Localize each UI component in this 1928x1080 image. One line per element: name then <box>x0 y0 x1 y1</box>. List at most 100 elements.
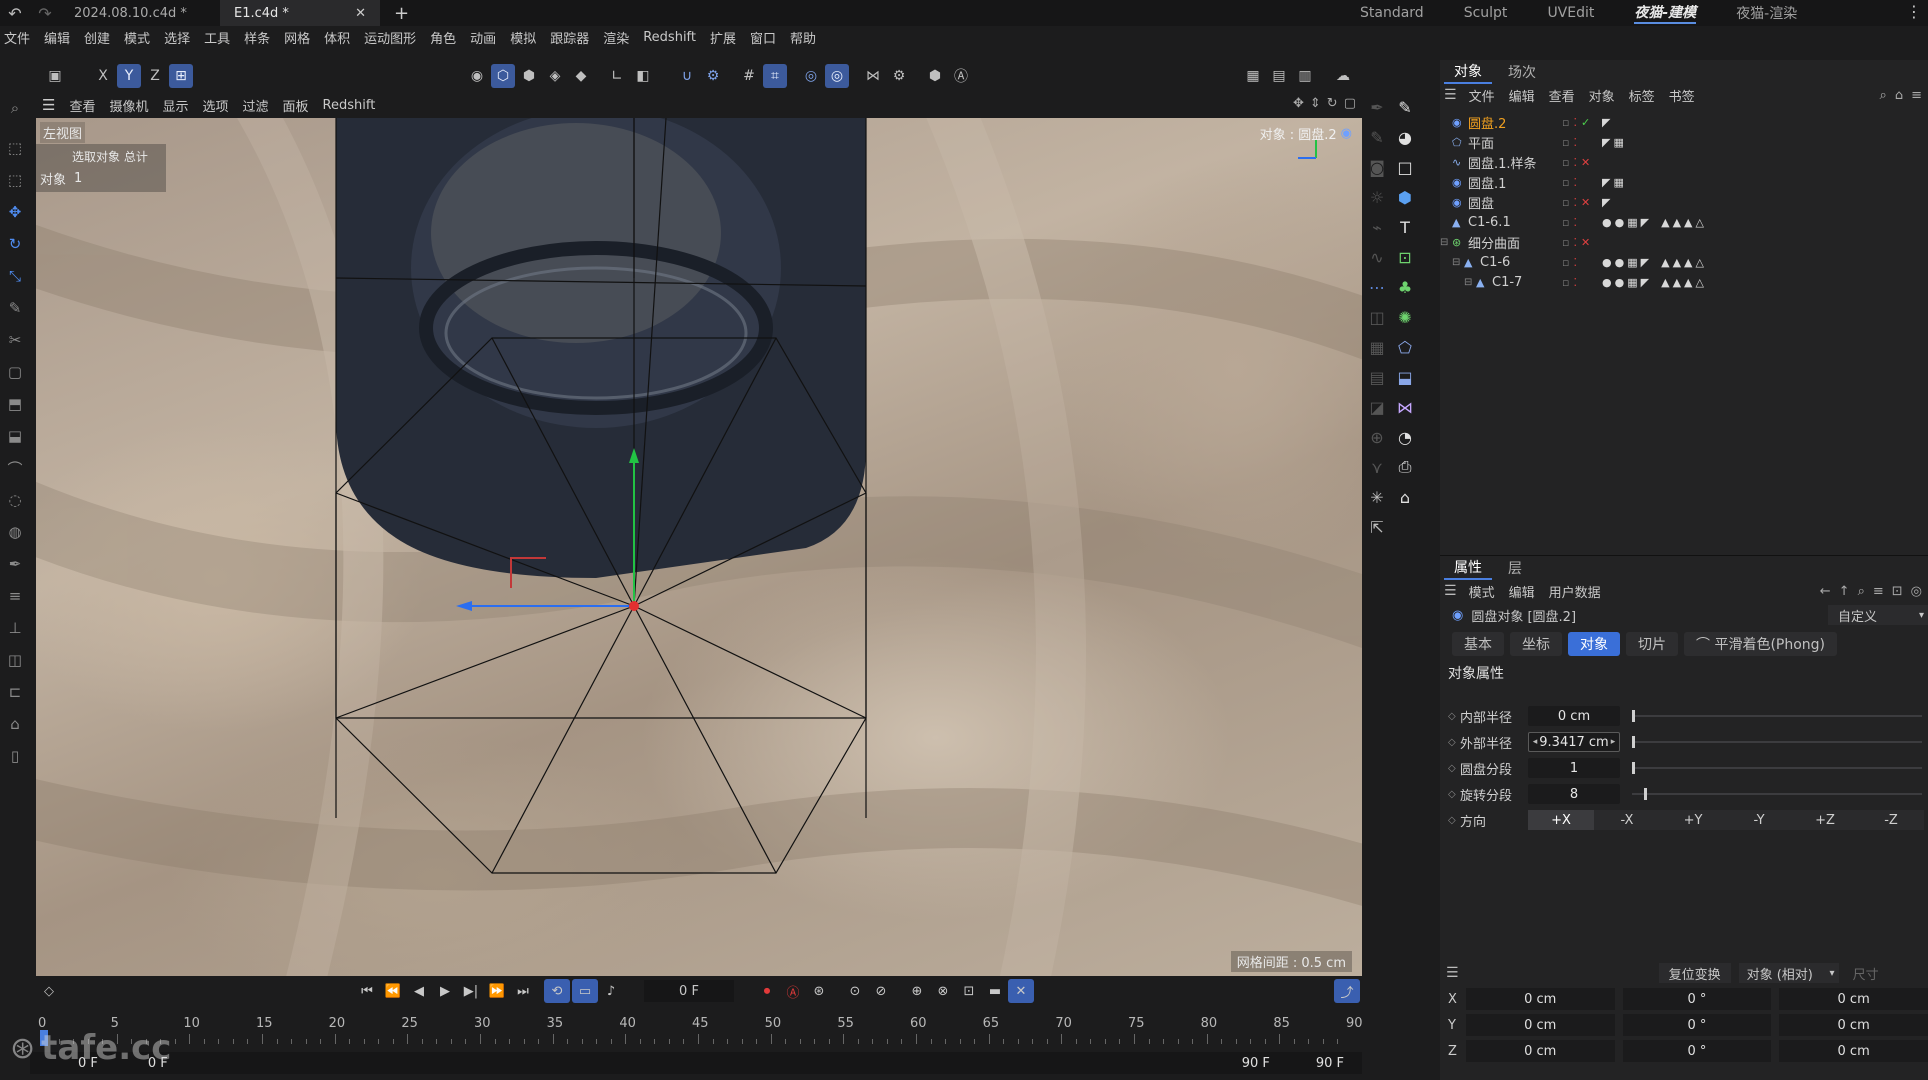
selection-tag-icon[interactable]: △ <box>1696 276 1704 289</box>
uvw-tag-icon[interactable]: ▦ <box>1627 256 1637 269</box>
lock-icon[interactable]: ⌂ <box>0 708 30 740</box>
selection-tag-icon[interactable]: △ <box>1696 216 1704 229</box>
ruler-icon[interactable]: ▯ <box>0 740 30 772</box>
play-icon[interactable]: ▶ <box>432 979 458 1003</box>
slider-thumb[interactable] <box>1632 762 1635 774</box>
layer-icon[interactable]: ▫ <box>1562 176 1569 189</box>
disabled-x-icon[interactable]: ✕ <box>1581 236 1590 249</box>
viewport-menu-options[interactable]: 选项 <box>203 96 229 115</box>
direction-plus-x[interactable]: +X <box>1528 810 1594 830</box>
text-icon[interactable]: T <box>1392 212 1418 242</box>
lock-icon[interactable]: ⊡ <box>1892 584 1903 599</box>
go-to-start-icon[interactable]: ⏮ <box>354 979 380 1003</box>
object-row[interactable]: ◉ 圆盘 ▫ ⁚ ✕ ◤ <box>1440 192 1928 212</box>
fcurve-icon[interactable]: ⤴ <box>1334 979 1360 1003</box>
render-view-icon[interactable]: ▦ <box>1241 64 1265 88</box>
keyframe-icon[interactable]: ◇ <box>1448 815 1456 826</box>
selection-tag-icon[interactable]: ▲ <box>1661 216 1669 229</box>
search-icon[interactable]: ⌕ <box>0 92 30 124</box>
direction-plus-y[interactable]: +Y <box>1660 810 1726 830</box>
symmetry-obj-icon[interactable]: ◪ <box>1364 392 1390 422</box>
square-icon[interactable]: □ <box>1392 152 1418 182</box>
attribute-menu-icon[interactable]: ☰ <box>1444 583 1457 599</box>
selection-tag-icon[interactable]: ▲ <box>1684 216 1692 229</box>
subtab-phong[interactable]: ⌒ 平滑着色(Phong) <box>1684 632 1838 656</box>
uv-icon[interactable]: ⊏ <box>0 676 30 708</box>
maximize-view-icon[interactable]: ▢ <box>1344 96 1356 111</box>
subtab-slice[interactable]: 切片 <box>1626 632 1678 656</box>
position-field[interactable]: 0 cm <box>1465 1040 1615 1062</box>
range-end-2[interactable]: 90 F <box>1316 1056 1344 1071</box>
redo-icon[interactable]: ↷ <box>38 4 51 23</box>
layer-icon[interactable]: ▫ <box>1562 216 1569 229</box>
collapse-icon[interactable]: ⊟ <box>1464 277 1472 288</box>
coordinate-mode-dropdown[interactable]: 对象 (相对) ▾ <box>1738 963 1839 983</box>
subdivision-icon[interactable]: ⊡ <box>1392 242 1418 272</box>
viewport-menu-filter[interactable]: 过滤 <box>243 96 269 115</box>
mograph-icon[interactable]: ⋈ <box>1392 392 1418 422</box>
disabled-x-icon[interactable]: ✕ <box>1581 156 1590 169</box>
visibility-dots-icon[interactable]: ⁚ <box>1573 156 1577 169</box>
position-field[interactable]: 0 cm <box>1465 988 1615 1010</box>
cloud-icon[interactable]: ☁ <box>1331 64 1355 88</box>
object-mode-icon[interactable]: ▣ <box>43 64 67 88</box>
menu-edit[interactable]: 编辑 <box>44 28 70 47</box>
om-menu-tags[interactable]: 标签 <box>1629 86 1655 105</box>
tweak-mode-icon[interactable]: ◧ <box>631 64 655 88</box>
filter-icon[interactable]: ≡ <box>1911 88 1922 103</box>
visibility-dots-icon[interactable]: ⁚ <box>1573 256 1577 269</box>
key-rotation-icon[interactable]: ⊘ <box>868 979 894 1003</box>
visibility-dots-icon[interactable]: ⁚ <box>1573 136 1577 149</box>
timeline-ruler[interactable]: 0 5 10 15 20 25 30 35 40 45 50 55 60 65 70 75 80 85 90 <box>30 1006 1363 1046</box>
light-icon[interactable]: ☼ <box>1364 182 1390 212</box>
visibility-dots-icon[interactable]: ⁚ <box>1573 276 1577 289</box>
object-name[interactable]: 平面 <box>1468 133 1494 152</box>
layers-icon[interactable]: ≡ <box>0 580 30 612</box>
visibility-dots-icon[interactable]: ⁚ <box>1573 216 1577 229</box>
dope-sheet-icon[interactable]: ✕ <box>1008 979 1034 1003</box>
slider-thumb[interactable] <box>1632 736 1635 748</box>
visibility-dots-icon[interactable]: ⁚ <box>1573 236 1577 249</box>
menu-mode[interactable]: 模式 <box>124 28 150 47</box>
render-settings-icon[interactable]: ▥ <box>1293 64 1317 88</box>
layout-tab-uvedit[interactable]: UVEdit <box>1547 5 1594 21</box>
slider-thumb[interactable] <box>1632 710 1635 722</box>
camera-icon[interactable]: ◙ <box>1364 152 1390 182</box>
dynamics-icon[interactable]: ◔ <box>1392 422 1418 452</box>
selection-tag-icon[interactable]: ▲ <box>1673 216 1681 229</box>
filter-icon[interactable]: ≡ <box>1873 584 1884 599</box>
menu-window[interactable]: 窗口 <box>750 28 776 47</box>
selection-tag-icon[interactable]: ▲ <box>1673 256 1681 269</box>
uvw-tag-icon[interactable]: ▦ <box>1627 276 1637 289</box>
search-icon[interactable]: ⌕ <box>1880 88 1887 103</box>
object-row[interactable]: ⊟ ⊛ 细分曲面 ▫ ⁚ ✕ <box>1440 232 1928 252</box>
size-field[interactable]: 0 cm <box>1779 1014 1928 1036</box>
next-frame-icon[interactable]: ▶| <box>458 979 484 1003</box>
object-menu-icon[interactable]: ☰ <box>1444 87 1457 103</box>
export-icon[interactable]: ⇱ <box>1364 512 1390 542</box>
disc-segments-slider[interactable] <box>1632 762 1922 774</box>
sound-icon[interactable]: ♪ <box>598 979 624 1003</box>
slider-thumb[interactable] <box>1643 788 1647 800</box>
autokey-record-icon[interactable]: Ⓐ <box>780 979 806 1003</box>
uv-mode-icon[interactable]: ◆ <box>569 64 593 88</box>
add-tab-icon[interactable]: + <box>380 0 423 26</box>
bridge-icon[interactable]: ⌒ <box>0 452 30 484</box>
layer-icon[interactable]: ▫ <box>1562 256 1569 269</box>
collapse-icon[interactable]: ⊟ <box>1440 237 1448 248</box>
disabled-x-icon[interactable]: ✕ <box>1581 196 1590 209</box>
menu-help[interactable]: 帮助 <box>790 28 816 47</box>
boolean-icon[interactable]: ◫ <box>1364 302 1390 332</box>
up-arrow-icon[interactable]: ↑ <box>1839 584 1850 599</box>
direction-minus-z[interactable]: -Z <box>1858 810 1924 830</box>
volume-icon[interactable]: ⬓ <box>1392 362 1418 392</box>
file-tab-1[interactable]: 2024.08.10.c4d * <box>60 0 220 26</box>
scale-tool-icon[interactable]: ⤡ <box>0 260 30 292</box>
increment-icon[interactable]: ▸ <box>1611 737 1616 747</box>
menu-tracker[interactable]: 跟踪器 <box>550 28 589 47</box>
rotation-field[interactable]: 0 ° <box>1622 1040 1772 1062</box>
layer-icon[interactable]: ▫ <box>1562 156 1569 169</box>
om-menu-edit[interactable]: 编辑 <box>1509 86 1535 105</box>
light-object-icon[interactable]: ⌂ <box>1392 482 1418 512</box>
key-pla-icon[interactable]: ⊡ <box>956 979 982 1003</box>
